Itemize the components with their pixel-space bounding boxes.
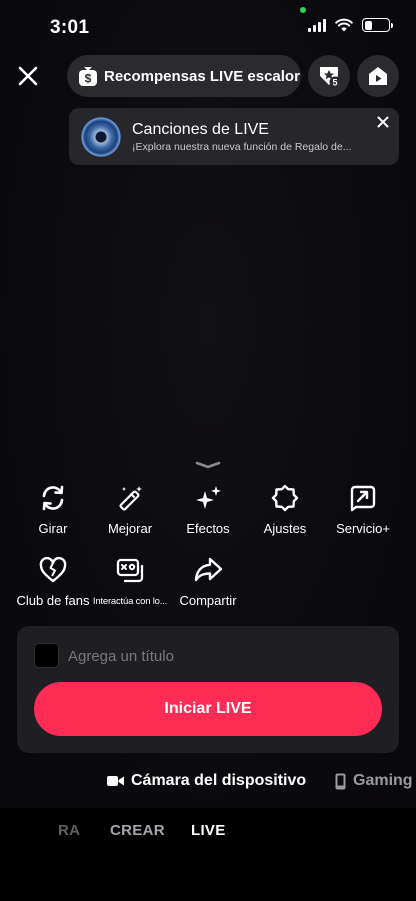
wifi-icon xyxy=(335,18,353,32)
banner-title: Canciones de LIVE xyxy=(132,121,269,138)
source-gaming[interactable]: Gaming xyxy=(335,772,413,790)
sparkles-icon xyxy=(196,486,221,509)
star-shield-icon: 5 xyxy=(320,67,341,88)
camera-indicator-dot xyxy=(300,7,306,13)
tool-label: Girar xyxy=(38,521,68,536)
badge-count: 5 xyxy=(332,78,337,88)
reward-bag-icon: $ xyxy=(79,67,97,86)
tool-label: Compartir xyxy=(179,593,237,608)
tool-label: Efectos xyxy=(186,521,230,536)
close-icon xyxy=(377,116,389,128)
rotate-icon xyxy=(42,485,64,511)
gamepad-icon xyxy=(116,558,144,583)
tool-service-plus[interactable]: Servicio+ xyxy=(318,481,408,536)
share-arrow-icon xyxy=(194,557,223,582)
collapse-chevron-icon[interactable] xyxy=(194,460,222,470)
home-play-icon xyxy=(369,67,387,85)
cover-thumbnail[interactable] xyxy=(34,643,59,668)
tool-interact[interactable]: Interactúa con lo... xyxy=(85,553,175,607)
source-device-camera[interactable]: Cámara del dispositivo xyxy=(107,772,306,790)
banner-subtitle: ¡Explora nuestra nueva función de Regalo… xyxy=(132,141,352,153)
nav-item-live[interactable]: LIVE xyxy=(191,822,226,839)
phone-icon xyxy=(335,773,346,789)
magic-wand-icon xyxy=(119,486,142,511)
svg-text:$: $ xyxy=(85,72,92,86)
status-icons xyxy=(308,18,393,32)
tool-label: Mejorar xyxy=(107,521,153,536)
bottom-mode-nav: RA CREAR LIVE xyxy=(0,808,416,901)
close-button[interactable] xyxy=(12,60,44,92)
tool-label: Club de fans xyxy=(16,593,90,608)
close-icon xyxy=(18,66,38,86)
nav-item-partial[interactable]: RA xyxy=(58,822,80,839)
start-live-button[interactable]: Iniciar LIVE xyxy=(34,682,382,736)
nav-item-create[interactable]: CREAR xyxy=(110,822,165,839)
tool-share[interactable]: Compartir xyxy=(163,553,253,608)
source-label: Gaming xyxy=(353,772,413,789)
share-screen-icon xyxy=(350,485,376,512)
tool-label: Servicio+ xyxy=(336,521,390,536)
video-camera-icon xyxy=(107,776,124,786)
heart-icon xyxy=(39,556,67,583)
music-disc-icon xyxy=(81,116,121,157)
ranking-badge-button[interactable]: 5 xyxy=(308,55,350,97)
tool-settings[interactable]: Ajustes xyxy=(240,481,330,536)
settings-gear-icon xyxy=(271,484,299,512)
tool-label: Interactúa con lo... xyxy=(92,596,168,607)
tool-label: Ajustes xyxy=(263,521,307,536)
source-label: Cámara del dispositivo xyxy=(131,772,307,789)
live-home-button[interactable] xyxy=(357,55,399,97)
battery-icon xyxy=(362,18,393,32)
cellular-signal-icon xyxy=(308,18,326,32)
banner-close-button[interactable] xyxy=(374,113,392,131)
live-songs-banner[interactable]: Canciones de LIVE ¡Explora nuestra nueva… xyxy=(69,108,399,165)
status-time: 3:01 xyxy=(50,17,90,38)
rewards-label: Recompensas LIVE escalor xyxy=(104,67,300,85)
go-live-panel: Iniciar LIVE xyxy=(17,626,399,753)
live-rewards-button[interactable]: $ Recompensas LIVE escalor xyxy=(67,55,301,97)
tool-enhance[interactable]: Mejorar xyxy=(85,481,175,536)
title-input[interactable] xyxy=(68,642,368,670)
